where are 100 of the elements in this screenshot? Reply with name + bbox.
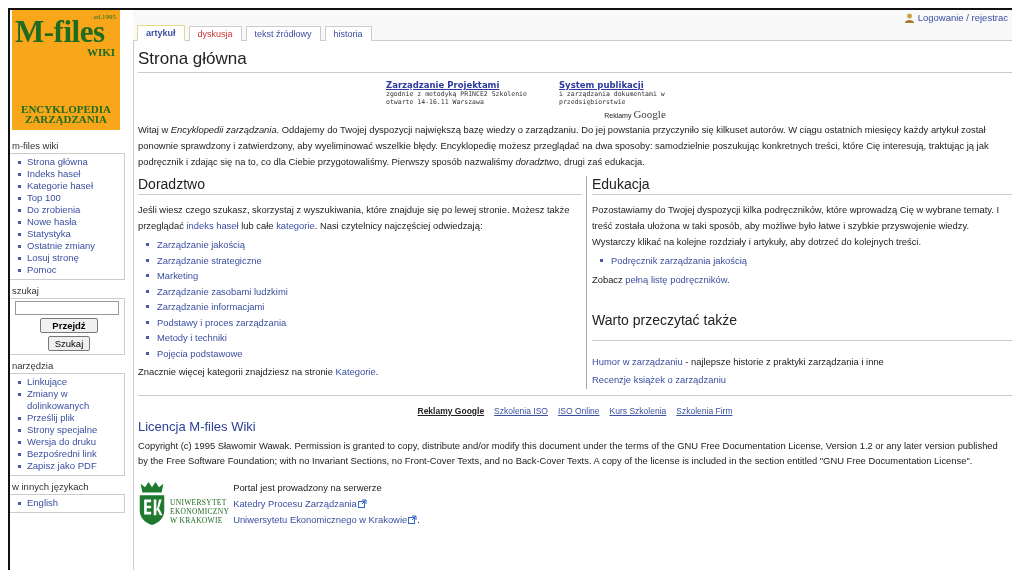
search-button[interactable]: Szukaj: [47, 336, 91, 351]
sidebar-link[interactable]: Nowe hasła: [27, 216, 77, 228]
page-tab[interactable]: historia: [324, 26, 372, 41]
text-link[interactable]: indeks haseł: [186, 220, 239, 231]
section-heading: Doradztwo: [138, 176, 582, 195]
page-tab[interactable]: tekst źródłowy: [245, 26, 321, 41]
bullet-icon: [146, 336, 149, 339]
portlet-title: szukaj: [11, 284, 40, 298]
category-link[interactable]: Marketing: [157, 268, 199, 284]
bullet-icon: [146, 305, 149, 308]
sidebar-link[interactable]: Bezpośredni link: [27, 448, 97, 460]
text-link[interactable]: Humor w zarządzaniu: [592, 355, 683, 367]
category-link[interactable]: Zarządzanie zasobami ludzkimi: [157, 283, 288, 299]
sidebar-link[interactable]: English: [27, 497, 59, 509]
text-link[interactable]: kategorie: [276, 220, 315, 231]
ad-title-link[interactable]: Zarządzanie Projektami: [386, 81, 551, 89]
bullet-icon: [146, 258, 149, 262]
ad-link[interactable]: Kurs Szkolenia: [609, 405, 667, 416]
reading-line: Humor w zarządzaniu - najlepsze historie z praktyki zarządzania i inne: [592, 354, 885, 369]
page-tab[interactable]: artykuł: [137, 25, 185, 41]
sidebar-link[interactable]: Statystyka: [27, 228, 71, 240]
sidebar-link[interactable]: Zmiany w dolinkowanych: [27, 388, 124, 412]
external-link-icon: [408, 514, 418, 524]
bullet-icon: [18, 502, 21, 505]
section-paragraph: Jeśli wiesz czego szukasz, skorzystaj z wyszukiwania, które znajduje się po lewej stronie. Możesz także przeglądać indeks haseł lub całe kategorie. Nasi czytelnicy najczęściej odwiedzają:: [138, 203, 571, 233]
sidebar-link[interactable]: Zapisz jako PDF: [27, 460, 97, 472]
intro-paragraph: Witaj w Encyklopedii zarządzania. Oddajemy do Twojej dyspozycji największą bazę wiedzy o zarządzaniu. Do jej powstania przyczyniło się kilkuset autorów. W ciągu ostatnich miesięcy każdy artykuł został ponownie sprawdzony i zatwierdzony, aby wyeliminować wszelkie błędy. Encyklopedię możesz przeglądać na dwa sposoby: samodzielnie poszukując konkretnych treści, które Cię interesują, traktując ją jak podręcznik i zdając się na to, co dla Ciebie przygotowaliśmy. Pierwszy sposób nazwaliśmy doradztwo, drugi zaś edukacja.: [138, 123, 990, 169]
sidebar-link[interactable]: Wersja do druku: [27, 436, 96, 448]
page-title: Strona główna: [138, 49, 1012, 73]
section-note: Znacznie więcej kategorii znajdziesz na stronie Kategorie.: [138, 365, 380, 379]
bullet-icon: [18, 381, 21, 384]
section-heading: Edukacja: [592, 176, 1012, 195]
text-link[interactable]: pełną listę podręczników: [625, 273, 727, 285]
portlet-title: m-files wiki: [11, 139, 60, 153]
google-wordmark: Google: [633, 108, 666, 120]
external-link[interactable]: Katedry Procesu Zarządzania: [233, 497, 357, 509]
sidebar-link[interactable]: Top 100: [27, 192, 61, 204]
ad-title-link[interactable]: System publikacji: [559, 81, 724, 89]
bullet-icon: [600, 259, 603, 262]
ad-link[interactable]: Szkolenia ISO: [494, 405, 548, 416]
category-link[interactable]: Zarządzanie strategiczne: [157, 252, 262, 268]
bullet-icon: [18, 453, 21, 456]
bullet-icon: [18, 441, 21, 444]
section-heading: Warto przeczytać także: [592, 311, 1012, 341]
sidebar-link[interactable]: Kategorie haseł: [27, 180, 94, 192]
ad-link[interactable]: ISO Online: [558, 405, 600, 416]
category-link[interactable]: Zarządzanie jakością: [157, 237, 246, 253]
sidebar-link[interactable]: Strona główna: [27, 156, 88, 168]
text-link[interactable]: Recenzje książek o zarządzaniu: [592, 373, 726, 385]
external-link[interactable]: Uniwersytetu Ekonomicznego w Krakowie: [233, 513, 408, 525]
go-button[interactable]: Przejdź: [40, 318, 98, 333]
bullet-icon: [146, 274, 149, 277]
bullet-icon: [146, 243, 149, 246]
ad-link[interactable]: Szkolenia Firm: [676, 405, 733, 416]
sidebar-link[interactable]: Indeks haseł: [27, 168, 81, 180]
university-crest-icon: [138, 479, 166, 526]
page-tab[interactable]: dyskusja: [188, 26, 242, 41]
license-paragraph: Copyright (c) 1995 Sławomir Wawak. Permission is granted to copy, distribute and/or modify this document under the terms of the GNU Free Documentation License, Version 1.2 or any later version published by the Free Software Foundation; with no Invariant Sections, no Front-Cover Texts, and no Back-Cover Texts. A copy of the license is included in the section entitled "GNU Free Documentation License".: [138, 438, 999, 468]
bullet-icon: [18, 173, 21, 176]
external-link-icon: [357, 498, 367, 508]
handbook-link[interactable]: Podręcznik zarządzania jakością: [611, 253, 747, 269]
bullet-icon: [18, 245, 21, 248]
bullet-icon: [18, 269, 21, 272]
sidebar-link[interactable]: Ostatnie zmiany: [27, 240, 96, 252]
sidebar-link[interactable]: Prześlij plik: [27, 412, 75, 424]
search-field[interactable]: [15, 301, 119, 315]
sidebar-link[interactable]: Do zrobienia: [27, 204, 81, 216]
sidebar-link[interactable]: Linkujące: [27, 376, 68, 388]
sidebar-link[interactable]: Losuj stronę: [27, 252, 79, 264]
bullet-icon: [146, 289, 149, 293]
bullet-icon: [18, 221, 21, 224]
punctuation: .: [417, 513, 420, 525]
ads-label: Reklamy Google: [417, 405, 485, 416]
bullet-icon: [18, 257, 21, 260]
bullet-icon: [146, 351, 149, 355]
category-link[interactable]: Zarządzanie informacjami: [157, 299, 265, 315]
bullet-icon: [18, 161, 21, 164]
category-link[interactable]: Podstawy i proces zarządzania: [157, 314, 287, 330]
bullet-icon: [146, 320, 149, 324]
login-link[interactable]: Logowanie / rejestrac: [917, 12, 1008, 23]
sidebar-link[interactable]: Strony specjalne: [27, 424, 98, 436]
license-heading: Licencja M-files Wiki: [138, 418, 257, 436]
bullet-icon: [18, 197, 21, 200]
bullet-icon: [18, 417, 21, 420]
sidebar-link[interactable]: Pomoc: [27, 264, 57, 276]
user-icon: [904, 12, 914, 23]
text-link[interactable]: Kategorie: [335, 366, 376, 377]
bullet-icon: [18, 209, 21, 212]
section-note: Zobacz pełną listę podręczników.: [592, 272, 731, 287]
bullet-icon: [18, 393, 21, 396]
portlet-title: w innych językach: [11, 480, 90, 494]
bullet-icon: [18, 429, 21, 432]
section-paragraph: Pozostawiamy do Twojej dyspozycji kilka podręczników, które wprowadzą Cię w wybrane tematy. I treść została ułożona w taki sposób, aby możliwe było łatwe i szybkie przyswojenie wiedzy. Wystarczy klikać na kolejne rozdziały i artykuły, aby dotrzeć do kolejnych treści.: [592, 203, 1001, 249]
category-link[interactable]: Pojęcia podstawowe: [157, 345, 243, 361]
bullet-icon: [18, 185, 21, 188]
bullet-icon: [18, 233, 21, 236]
bullet-icon: [18, 465, 21, 468]
category-link[interactable]: Metody i techniki: [157, 330, 227, 346]
hosting-note: Portal jest prowadzony na serwerze: [233, 480, 383, 495]
portlet-title: narzędzia: [11, 359, 55, 373]
